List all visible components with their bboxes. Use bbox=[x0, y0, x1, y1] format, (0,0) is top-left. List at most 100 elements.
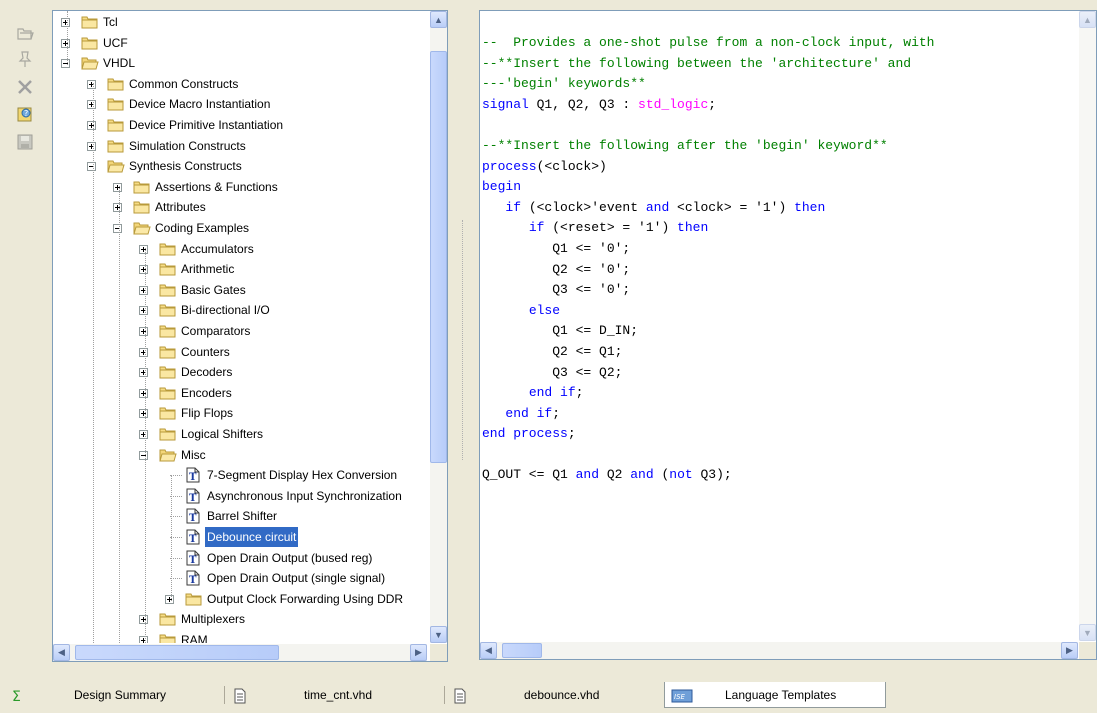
tab-time-cnt[interactable]: time_cnt.vhd bbox=[226, 682, 444, 708]
tree-item-label: VHDL bbox=[103, 56, 136, 71]
tree-item[interactable]: Assertions & Functions bbox=[53, 177, 427, 197]
code-horizontal-scrollbar[interactable]: ◀ ▶ bbox=[480, 642, 1078, 659]
folder-icon bbox=[159, 344, 177, 360]
tree-item[interactable]: Counters bbox=[53, 342, 427, 362]
tree-item[interactable]: UCF bbox=[53, 33, 427, 53]
tree-item[interactable]: Output Clock Forwarding Using DDR bbox=[53, 589, 427, 609]
tree-item[interactable]: Flip Flops bbox=[53, 403, 427, 423]
tree-item[interactable]: Comparators bbox=[53, 321, 427, 341]
expand-icon[interactable] bbox=[139, 327, 148, 336]
expand-icon[interactable] bbox=[61, 38, 70, 48]
tree-item[interactable]: Logical Shifters bbox=[53, 424, 427, 444]
expand-icon[interactable] bbox=[139, 306, 148, 316]
expand-icon[interactable] bbox=[87, 141, 96, 151]
tree-item[interactable]: T Asynchronous Input Synchronization bbox=[53, 486, 427, 506]
tree-item[interactable]: T Open Drain Output (bused reg) bbox=[53, 548, 427, 568]
tree-item[interactable]: Device Primitive Instantiation bbox=[53, 115, 427, 135]
tab-language-templates[interactable]: ISE Language Templates bbox=[664, 682, 886, 708]
scroll-thumb[interactable] bbox=[75, 645, 279, 660]
pin-icon[interactable] bbox=[14, 48, 36, 70]
expand-icon[interactable] bbox=[139, 615, 148, 625]
code-token: and bbox=[575, 467, 600, 483]
expand-icon[interactable] bbox=[139, 388, 148, 398]
tree-item[interactable]: Misc bbox=[53, 445, 427, 465]
tree-item[interactable]: T Debounce circuit bbox=[53, 527, 427, 547]
panel-splitter[interactable] bbox=[462, 220, 464, 460]
scroll-right-button[interactable]: ▶ bbox=[1061, 642, 1078, 659]
tree-item[interactable]: RAM bbox=[53, 630, 427, 643]
expand-icon[interactable] bbox=[139, 347, 148, 357]
expand-icon[interactable] bbox=[139, 265, 148, 275]
help-icon[interactable]: ? bbox=[14, 103, 36, 125]
tree-item-label: Barrel Shifter bbox=[207, 509, 278, 524]
tree-item[interactable]: Coding Examples bbox=[53, 218, 427, 238]
folder-icon bbox=[185, 591, 203, 607]
tree-item[interactable]: Tcl bbox=[53, 12, 427, 32]
scroll-left-button[interactable]: ◀ bbox=[53, 644, 70, 661]
code-token: Q3); bbox=[692, 467, 732, 483]
tab-design-summary[interactable]: Σ Design Summary bbox=[4, 682, 224, 708]
tree-item[interactable]: Multiplexers bbox=[53, 609, 427, 629]
folder-icon bbox=[159, 611, 177, 627]
code-editor[interactable]: -- Provides a one-shot pulse from a non-… bbox=[482, 33, 934, 486]
tree-item[interactable]: Decoders bbox=[53, 362, 427, 382]
tree-horizontal-scrollbar[interactable]: ◀ ▶ bbox=[53, 644, 427, 661]
expand-icon[interactable] bbox=[139, 368, 148, 378]
scroll-down-button[interactable]: ▼ bbox=[1079, 624, 1096, 641]
scroll-up-button[interactable]: ▲ bbox=[1079, 11, 1096, 28]
open-folder-icon[interactable] bbox=[14, 22, 36, 44]
tree-item[interactable]: T 7-Segment Display Hex Conversion bbox=[53, 465, 427, 485]
collapse-icon[interactable] bbox=[113, 224, 122, 233]
code-vertical-scrollbar[interactable]: ▲ ▼ bbox=[1079, 11, 1096, 641]
code-token: ; bbox=[575, 385, 584, 401]
tree-item[interactable]: Basic Gates bbox=[53, 280, 427, 300]
tree-item-label: Tcl bbox=[103, 15, 118, 29]
collapse-icon[interactable] bbox=[139, 450, 148, 460]
tree-item[interactable]: Arithmetic bbox=[53, 259, 427, 279]
save-icon[interactable] bbox=[14, 131, 36, 153]
collapse-icon[interactable] bbox=[61, 59, 70, 69]
tree-item[interactable]: Bi-directional I/O bbox=[53, 300, 427, 320]
tree-item[interactable]: T Open Drain Output (single signal) bbox=[53, 568, 427, 588]
code-token: Q3 <= '0'; bbox=[482, 282, 631, 298]
tree-item[interactable]: T Barrel Shifter bbox=[53, 506, 427, 526]
folder-icon bbox=[159, 426, 177, 442]
tab-debounce[interactable]: debounce.vhd bbox=[446, 682, 658, 708]
tree-item[interactable]: Accumulators bbox=[53, 239, 427, 259]
tree-item-label: Debounce circuit bbox=[205, 527, 299, 547]
expand-icon[interactable] bbox=[139, 244, 148, 254]
scroll-left-button[interactable]: ◀ bbox=[480, 642, 497, 659]
scroll-thumb[interactable] bbox=[502, 643, 542, 658]
expand-icon[interactable] bbox=[87, 100, 96, 110]
scroll-up-button[interactable]: ▲ bbox=[430, 11, 447, 28]
tab-separator bbox=[444, 686, 445, 704]
tree-item[interactable]: VHDL bbox=[53, 53, 427, 73]
tree-item[interactable]: Attributes bbox=[53, 197, 427, 217]
expand-icon[interactable] bbox=[139, 636, 148, 643]
expand-icon[interactable] bbox=[87, 121, 96, 130]
expand-icon[interactable] bbox=[61, 18, 70, 27]
expand-icon[interactable] bbox=[87, 79, 96, 89]
scroll-right-button[interactable]: ▶ bbox=[410, 644, 427, 661]
expand-icon[interactable] bbox=[113, 203, 122, 213]
collapse-icon[interactable] bbox=[87, 162, 96, 172]
code-line: Q_OUT <= Q1 and Q2 and (not Q3); bbox=[482, 465, 934, 486]
tree-item[interactable]: Synthesis Constructs bbox=[53, 156, 427, 176]
expand-icon[interactable] bbox=[165, 594, 174, 604]
expand-icon[interactable] bbox=[139, 409, 148, 419]
tree-item[interactable]: Common Constructs bbox=[53, 74, 427, 94]
svg-text:?: ? bbox=[24, 109, 28, 118]
tree-item[interactable]: Encoders bbox=[53, 383, 427, 403]
expand-icon[interactable] bbox=[139, 285, 148, 295]
tree-item[interactable]: Simulation Constructs bbox=[53, 136, 427, 156]
scroll-down-button[interactable]: ▼ bbox=[430, 626, 447, 643]
svg-text:ISE: ISE bbox=[674, 693, 686, 701]
expand-icon[interactable] bbox=[113, 182, 122, 192]
tree-vertical-scrollbar[interactable]: ▲ ▼ bbox=[430, 11, 447, 643]
expand-icon[interactable] bbox=[139, 430, 148, 439]
ise-icon: ISE bbox=[671, 687, 693, 703]
scroll-thumb[interactable] bbox=[430, 51, 447, 463]
delete-icon[interactable] bbox=[14, 76, 36, 98]
tree-item[interactable]: Device Macro Instantiation bbox=[53, 94, 427, 114]
